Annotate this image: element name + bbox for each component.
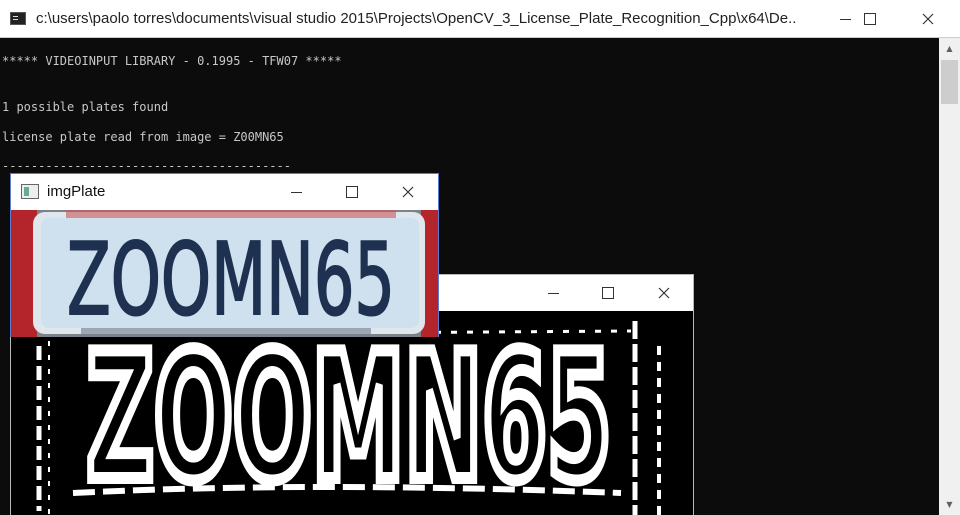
threshold-plate-image: ZOOMN65: [11, 311, 693, 515]
imgplate-window[interactable]: imgPlate ZOOMN65: [10, 173, 439, 337]
console-line: 1 possible plates found: [2, 100, 169, 114]
imgplate-window-title: imgPlate: [47, 183, 106, 200]
opencv-window-icon: [21, 184, 39, 199]
console-title-bar[interactable]: c:\users\paolo torres\documents\visual s…: [0, 0, 960, 38]
scroll-thumb[interactable]: [941, 60, 958, 104]
console-scrollbar[interactable]: ▲ ▼: [939, 38, 960, 515]
close-button[interactable]: [641, 275, 687, 311]
threshold-image: ZOOMN65: [11, 311, 693, 515]
plate-text: ZOOMN65: [67, 221, 395, 337]
scroll-down-button[interactable]: ▼: [939, 496, 960, 513]
scroll-up-button[interactable]: ▲: [939, 40, 960, 57]
console-line: license plate read from image = Z00MN65: [2, 130, 284, 144]
threshold-plate-text: ZOOMN65: [87, 317, 612, 515]
license-plate-photo: ZOOMN65: [11, 210, 438, 337]
maximize-button[interactable]: [585, 275, 631, 311]
console-window-title: c:\users\paolo torres\documents\visual s…: [36, 10, 796, 27]
minimize-button[interactable]: [273, 174, 319, 210]
minimize-button[interactable]: [530, 275, 576, 311]
chevron-up-icon: ▲: [946, 44, 953, 53]
close-button[interactable]: [905, 0, 951, 38]
imgplate-title-bar[interactable]: imgPlate: [11, 174, 438, 210]
close-button[interactable]: [385, 174, 431, 210]
console-app-icon: [10, 12, 26, 25]
plate-photo: ZOOMN65: [11, 210, 438, 337]
chevron-down-icon: ▼: [946, 500, 953, 509]
close-icon: [658, 287, 670, 299]
close-icon: [922, 13, 934, 25]
console-line: ***** VIDEOINPUT LIBRARY - 0.1995 - TFW0…: [2, 54, 342, 68]
maximize-button[interactable]: [847, 0, 893, 38]
close-icon: [402, 186, 414, 198]
console-line: ----------------------------------------: [2, 159, 291, 173]
maximize-button[interactable]: [329, 174, 375, 210]
